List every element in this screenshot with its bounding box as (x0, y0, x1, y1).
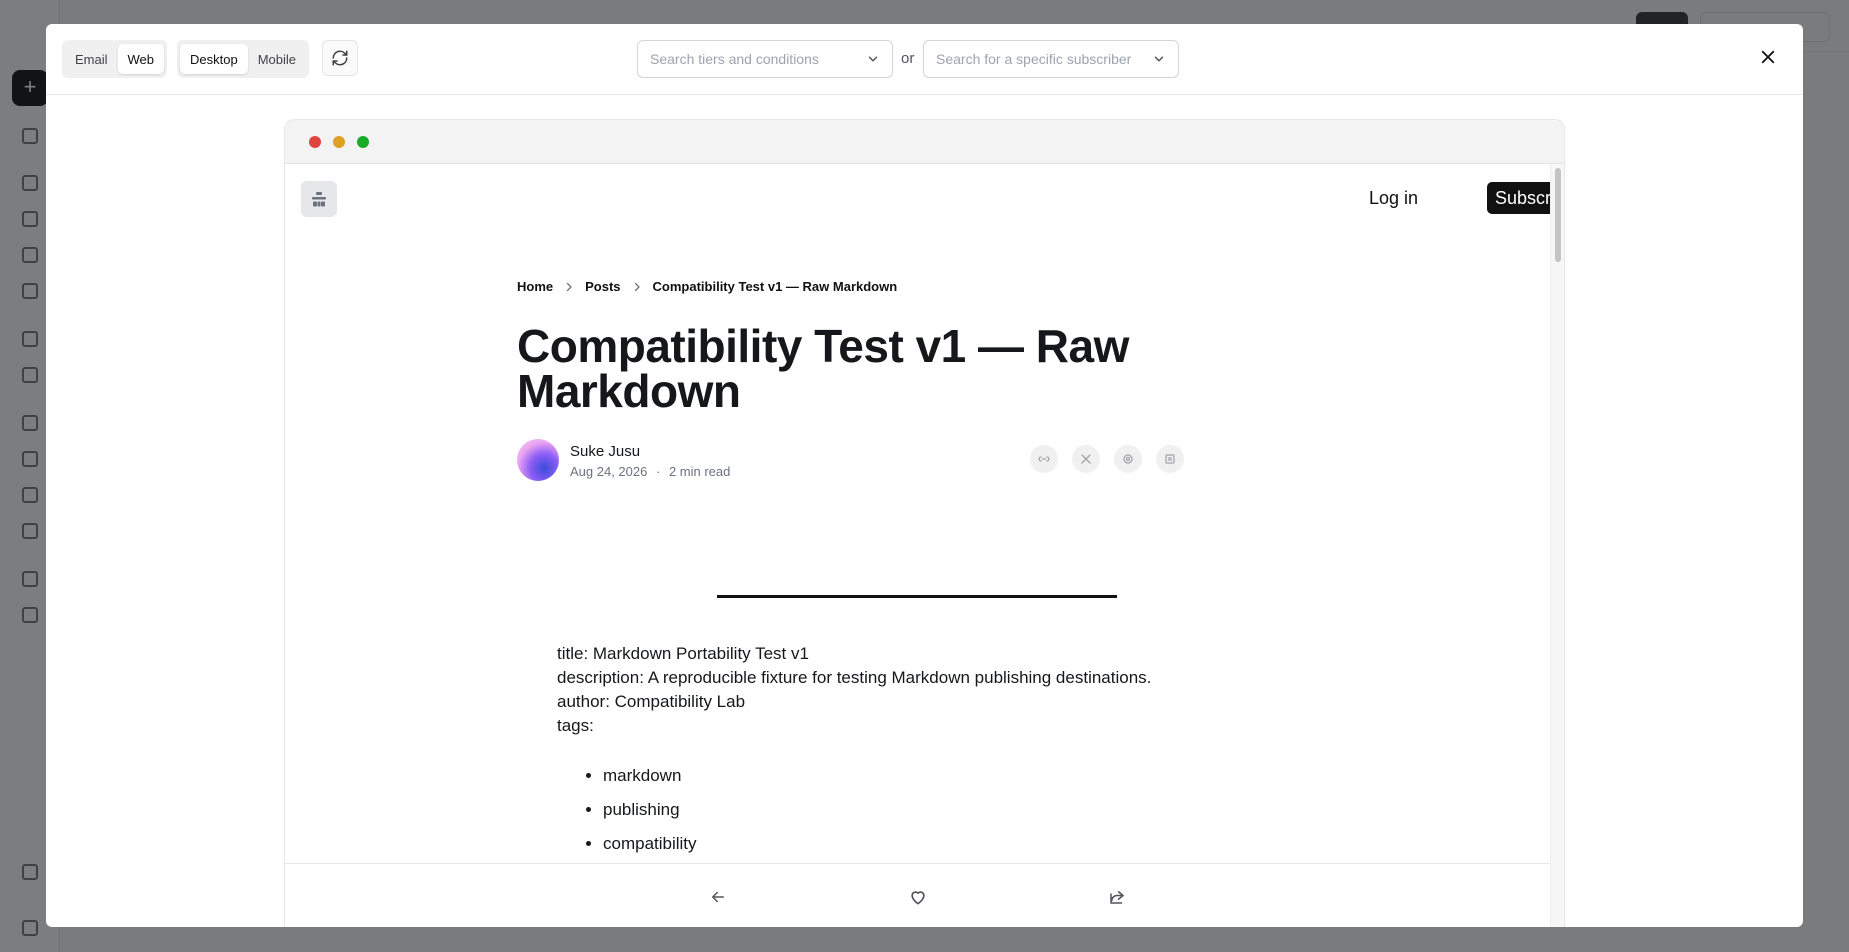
tiers-search-placeholder: Search tiers and conditions (650, 51, 819, 67)
or-label: or (901, 50, 915, 67)
window-maximize-dot (357, 136, 369, 148)
tab-web[interactable]: Web (117, 44, 165, 74)
chevron-right-icon (563, 281, 575, 293)
share-icon (1110, 891, 1124, 904)
scrollbar-thumb[interactable] (1555, 168, 1561, 262)
tags-list: markdown publishing compatibility (557, 759, 1151, 861)
meta-separator: · (655, 464, 661, 479)
link-icon[interactable] (1030, 445, 1058, 473)
site-preview: Log in Subscribe Home Posts Compatibilit… (285, 164, 1551, 927)
chevron-right-icon (631, 281, 643, 293)
preview-modal: Email Web Desktop Mobile Search tiers an… (46, 24, 1803, 927)
read-time: 2 min read (668, 464, 731, 479)
post-title: Compatibility Test v1 — Raw Markdown (517, 320, 1129, 417)
subscribe-button[interactable]: Subscribe (1487, 182, 1551, 214)
subscriber-search-placeholder: Search for a specific subscriber (936, 51, 1132, 67)
browser-frame: Log in Subscribe Home Posts Compatibilit… (284, 119, 1565, 927)
threads-icon[interactable] (1114, 445, 1142, 473)
tab-email[interactable]: Email (65, 44, 118, 74)
horizontal-rule (717, 595, 1117, 598)
share-button[interactable] (1106, 886, 1128, 908)
heart-icon (911, 891, 925, 905)
frontmatter-line: author: Compatibility Lab (557, 692, 746, 711)
back-button[interactable] (707, 886, 729, 908)
arrow-left-icon (712, 891, 724, 903)
preview-toolbar: Email Web Desktop Mobile Search tiers an… (46, 24, 1803, 95)
login-link[interactable]: Log in (1369, 188, 1418, 209)
list-item: markdown (603, 759, 1151, 793)
tab-desktop[interactable]: Desktop (180, 44, 248, 74)
refresh-button[interactable] (322, 40, 358, 76)
post-date: Aug 24, 2026 (570, 464, 648, 479)
frontmatter-line: title: Markdown Portability Test v1 (557, 644, 809, 663)
device-toggle: Desktop Mobile (177, 40, 309, 78)
window-close-dot (309, 136, 321, 148)
browser-titlebar (285, 120, 1564, 164)
site-logo[interactable] (301, 181, 337, 217)
tab-mobile[interactable]: Mobile (248, 44, 306, 74)
avatar[interactable] (517, 439, 559, 481)
breadcrumb-home[interactable]: Home (517, 279, 553, 294)
format-toggle: Email Web (62, 40, 168, 78)
post-meta: Aug 24, 2026 · 2 min read (570, 464, 730, 479)
breadcrumb-posts[interactable]: Posts (585, 279, 620, 294)
x-icon[interactable] (1072, 445, 1100, 473)
chevron-down-icon (1154, 56, 1164, 62)
close-button[interactable] (1753, 42, 1783, 72)
window-minimize-dot (333, 136, 345, 148)
frontmatter-line: description: A reproducible fixture for … (557, 668, 1152, 687)
breadcrumb-current: Compatibility Test v1 — Raw Markdown (652, 279, 898, 294)
post-action-bar (285, 863, 1551, 927)
breadcrumb: Home Posts Compatibility Test v1 — Raw M… (517, 279, 897, 294)
subscriber-search-select[interactable]: Search for a specific subscriber (923, 40, 1179, 78)
refresh-icon (332, 50, 348, 66)
list-item: publishing (603, 793, 1151, 827)
email-icon[interactable] (1156, 445, 1184, 473)
like-button[interactable] (907, 886, 929, 908)
tiers-search-select[interactable]: Search tiers and conditions (637, 40, 893, 78)
frontmatter-line: tags: (557, 716, 594, 735)
chevron-down-icon (868, 56, 878, 62)
author-name[interactable]: Suke Jusu (570, 443, 640, 460)
scrollbar[interactable] (1550, 164, 1564, 927)
list-item: compatibility (603, 827, 1151, 861)
post-content: title: Markdown Portability Test v1 desc… (557, 642, 1151, 861)
logo-icon (312, 192, 326, 207)
close-icon (1761, 50, 1775, 64)
